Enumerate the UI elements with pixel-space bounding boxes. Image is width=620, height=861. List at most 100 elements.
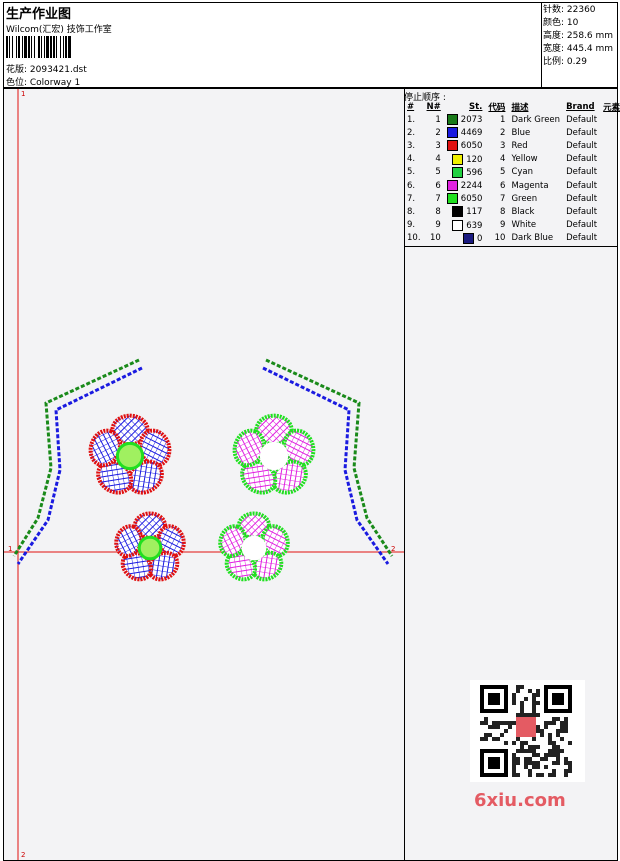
qr-module [544,725,548,729]
sequence-cell: 1. [407,114,416,125]
sequence-cell: Default [566,220,598,231]
sequence-cell: 8. [407,206,416,217]
qr-module [516,689,520,693]
qr-module [512,757,516,761]
sequence-cell [600,139,620,152]
colorway-label: 色位: Colorway 1 [6,78,81,88]
color-swatch [463,232,474,244]
qr-module [528,773,532,777]
qr-module [520,713,524,717]
qr-module [564,761,568,765]
qr-module [492,721,496,725]
sequence-cell: Default [566,154,598,165]
qr-module [524,757,528,761]
stitch-count: 6050 [460,141,483,152]
qr-module [500,733,504,737]
qr-module [520,685,524,689]
qr-module [512,765,516,769]
color-swatch [452,166,464,178]
qr-module [548,753,552,757]
qr-module [552,761,556,765]
qr-module [484,737,488,741]
qr-module [564,769,568,773]
sequence-cell: 7 [500,193,506,204]
qr-module [544,757,548,761]
qr-module [556,745,560,749]
sequence-cell: Default [566,127,598,138]
sequence-cell: 7 [435,193,441,204]
sequence-cell: 639 [444,219,486,232]
sequence-cell: Yellow [511,154,538,165]
sequence-header: # [407,102,415,112]
qr-module [568,765,572,769]
qr-module [536,773,540,777]
qr-module [524,749,528,753]
sequence-cell: 7. [407,193,416,204]
sequence-cell: 3 [435,140,441,151]
sequence-cell: 4. [407,154,416,165]
qr-module [508,721,512,725]
qr-module [528,769,532,773]
qr-module [516,685,520,689]
qr-module [568,741,572,745]
qr-finder [488,757,500,769]
sequence-cell: Green [511,193,538,204]
qr-module [548,737,552,741]
sequence-cell: Default [566,167,598,178]
color-swatch [452,219,464,231]
stats-panel: 针数: 22360 颜色: 10 高度: 258.6 mm 宽度: 445.4 … [543,4,613,69]
qr-module [536,713,540,717]
watermark-logo: 6xiu.com [474,790,566,811]
qr-module [484,721,488,725]
qr-module [564,721,568,725]
qr-module [556,753,560,757]
stat-stitches: 针数: 22360 [543,5,596,15]
qr-module [548,773,552,777]
sequence-cell: Cyan [511,167,533,178]
qr-module [536,765,540,769]
sequence-header: 代码 [488,103,506,113]
qr-module [564,717,568,721]
sequence-cell: 6 [435,180,441,191]
sequence-table: # N# St. 代码 描述 Brand 元素 1. 1 2073 1 Dark Green Defa… [404,101,620,245]
sequence-cell: 6 [500,180,506,191]
sequence-cell: 5 [435,167,441,178]
sequence-cell: Default [566,233,598,244]
qr-module [532,701,536,705]
sequence-row: 10. 10 0 10 Dark Blue Default [404,232,620,245]
sequence-cell: 3. [407,140,416,151]
qr-module [556,757,560,761]
qr-module [512,761,516,765]
qr-module [536,701,540,705]
sequence-cell: 4469 [444,126,486,139]
qr-module [528,749,532,753]
sequence-cell: 8 [500,206,506,217]
sequence-cell: 2073 [444,113,486,126]
sequence-cell: Default [566,206,598,217]
sequence-cell: Default [566,180,598,191]
sequence-cell: Blue [511,127,531,138]
qr-finder [488,693,500,705]
qr-module [516,757,520,761]
sequence-cell [600,113,620,126]
page-title: 生产作业图 [6,7,72,22]
qr-module [552,745,556,749]
qr-module [552,753,556,757]
qr-module [556,749,560,753]
qr-module [532,753,536,757]
qr-module [516,749,520,753]
sequence-header: Brand [566,102,595,112]
qr-module [536,745,540,749]
qr-module [512,721,516,725]
sequence-cell [600,219,620,232]
qr-module [516,713,520,717]
qr-module [528,689,532,693]
qr-module [484,733,488,737]
stitch-count: 2073 [460,115,483,126]
qr-module [524,697,528,701]
stat-colors: 颜色: 10 [543,18,579,28]
sequence-row: 2. 2 4469 2 Blue Default [404,126,620,139]
stitch-count: 6050 [460,194,483,205]
sequence-cell: 8 [435,206,441,217]
sequence-cell: 6. [407,180,416,191]
